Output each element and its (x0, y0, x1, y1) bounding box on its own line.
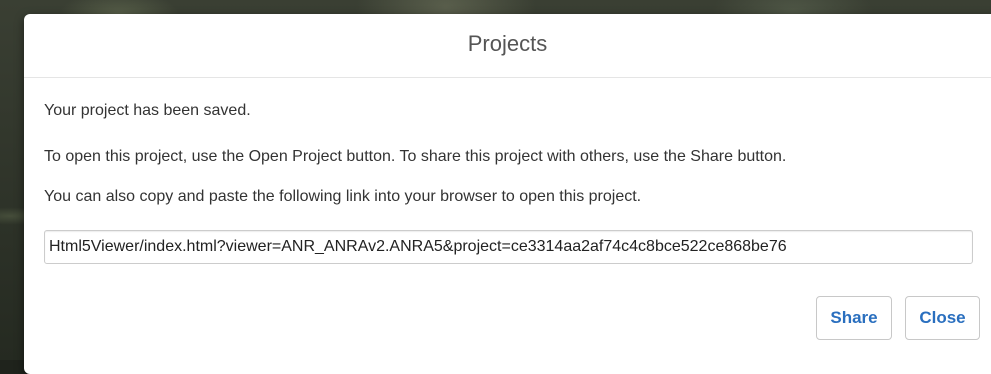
dialog-header: Projects (24, 14, 991, 78)
share-button[interactable]: Share (816, 296, 892, 340)
close-button[interactable]: Close (905, 296, 980, 340)
saved-message: Your project has been saved. (44, 102, 251, 119)
project-link-input[interactable] (44, 230, 973, 264)
copy-link-message: You can also copy and paste the followin… (44, 188, 642, 205)
projects-dialog: Projects Your project has been saved. To… (24, 14, 991, 374)
instructions-message: To open this project, use the Open Proje… (44, 148, 787, 165)
dialog-title: Projects (467, 31, 548, 56)
